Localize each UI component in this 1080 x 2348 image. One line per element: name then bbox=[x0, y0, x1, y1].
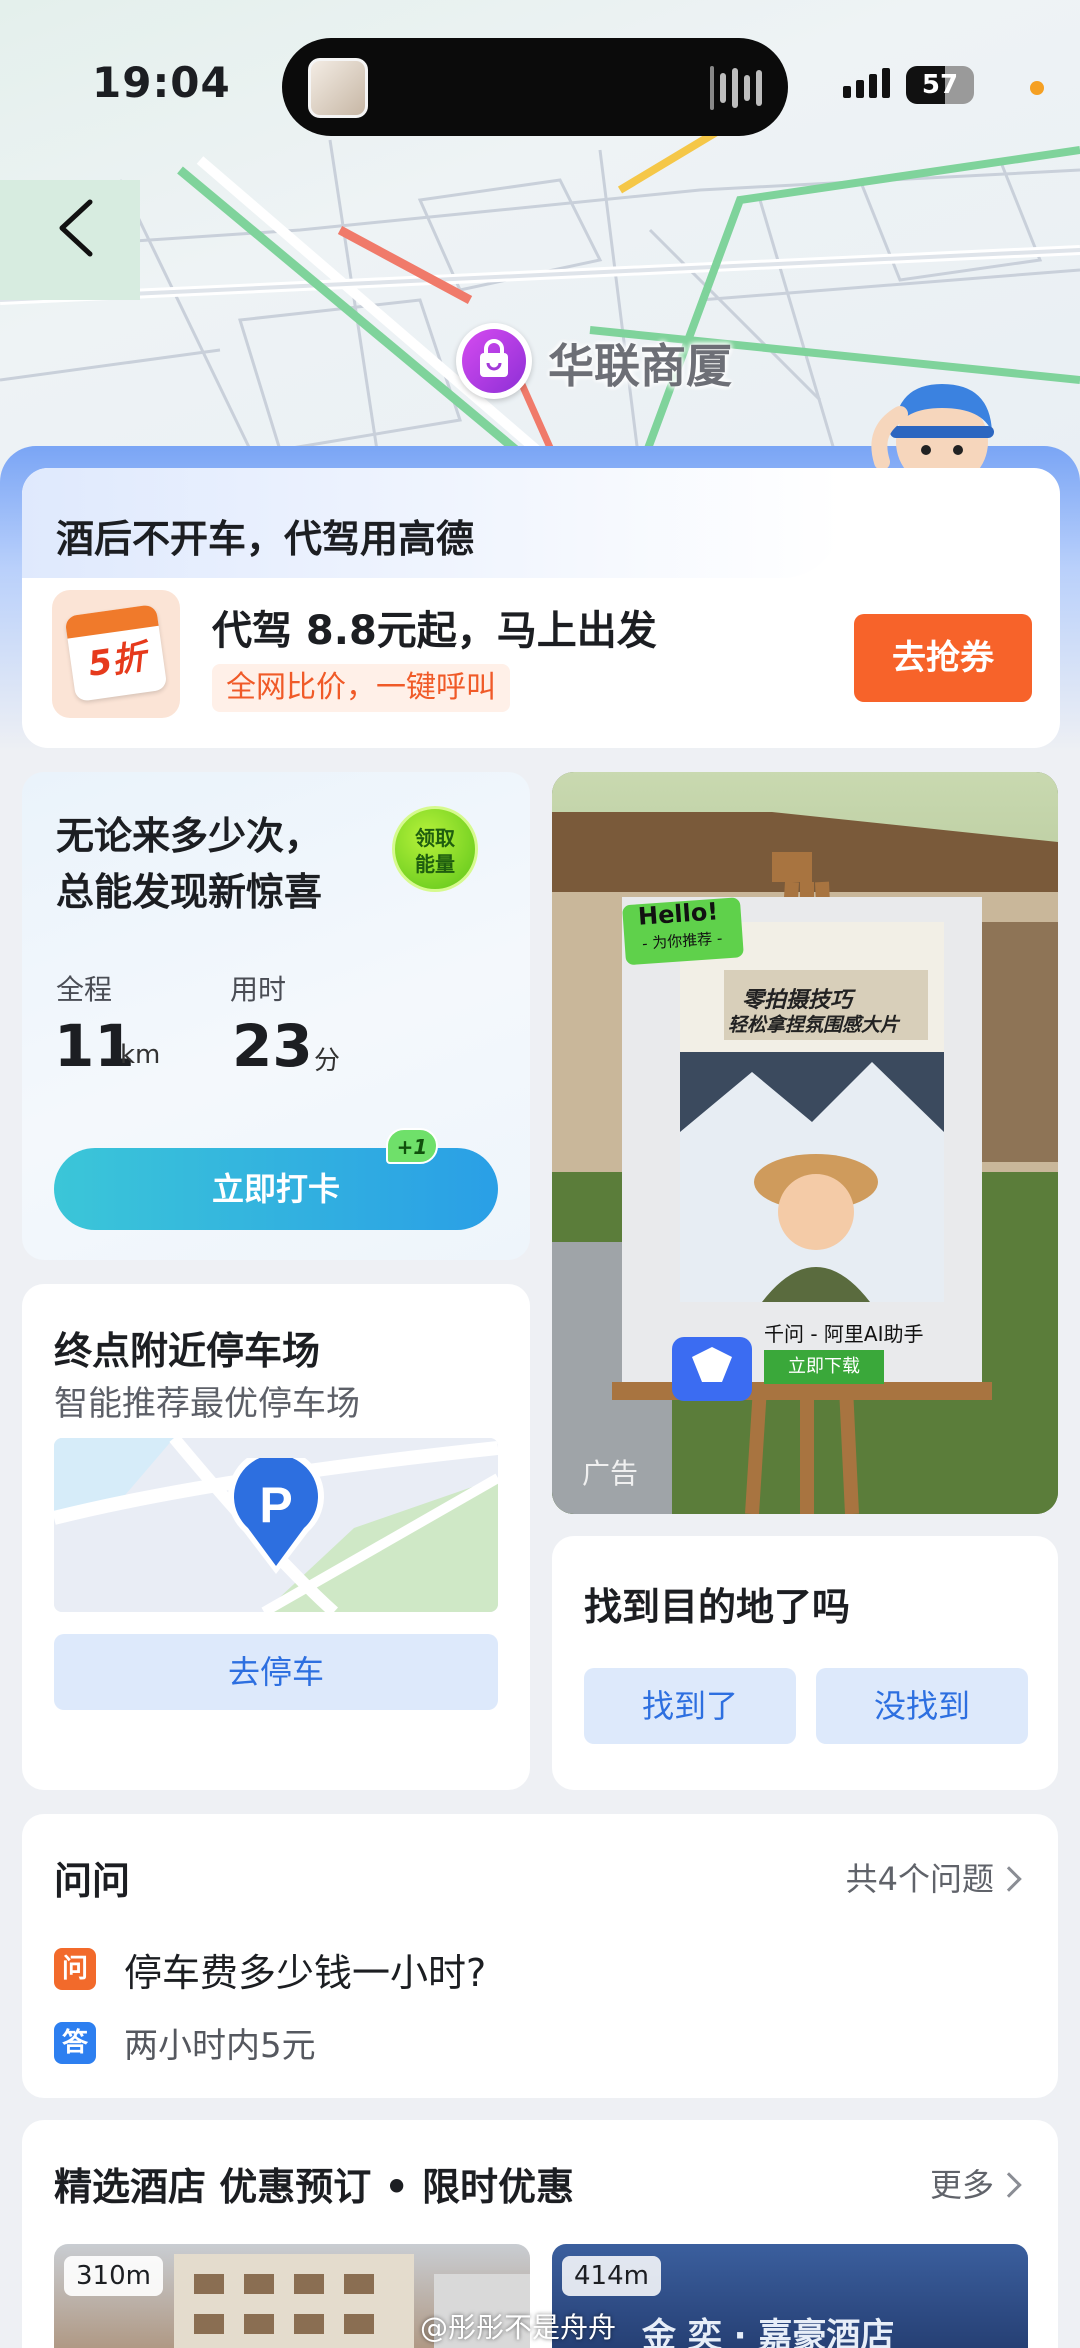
chevron-right-icon bbox=[996, 2172, 1022, 2198]
checkin-card: 无论来多少次， 总能发现新惊喜 领取 能量 全程 11 km 用时 23 分 立… bbox=[22, 772, 530, 1260]
cellular-signal-icon bbox=[843, 68, 890, 98]
checkin-title-line1: 无论来多少次， bbox=[56, 814, 323, 858]
checkin-title-line2: 总能发现新惊喜 bbox=[56, 870, 323, 914]
ad-label: 广告 bbox=[582, 1457, 639, 1490]
claim-energy-badge[interactable]: 领取 能量 bbox=[392, 806, 478, 892]
qa-more-link[interactable]: 共4个问题 bbox=[846, 1854, 994, 1900]
discount-calendar-icon: 5折 bbox=[52, 590, 180, 718]
qa-title: 问问 bbox=[54, 1859, 131, 1903]
status-bar: 19:04 57 bbox=[0, 0, 1080, 175]
media-thumbnail bbox=[308, 58, 368, 118]
parking-pin-letter: P bbox=[259, 1477, 292, 1533]
parking-pin-icon: P bbox=[228, 1458, 324, 1574]
qa-answer: 两小时内5元 bbox=[124, 2026, 316, 2066]
promo-title: 酒后不开车，代驾用高德 bbox=[56, 517, 475, 561]
question-tag-icon: 问 bbox=[54, 1948, 96, 1990]
ad-card[interactable]: Hello! - 为你推荐 - 零拍摄技巧 轻松拿捏氛围感大片 千问 - 阿里A… bbox=[552, 772, 1058, 1514]
hotel-distance: 310m bbox=[64, 2256, 163, 2296]
dynamic-island[interactable] bbox=[282, 38, 788, 136]
hotels-title: 精选酒店 优惠预订 • 限时优惠 bbox=[54, 2165, 574, 2209]
hotel-distance: 414m bbox=[562, 2256, 661, 2296]
destination-found-card: 找到目的地了吗 找到了 没找到 bbox=[552, 1536, 1058, 1790]
grab-coupon-button[interactable]: 去抢券 bbox=[854, 614, 1032, 702]
duration-unit: 分 bbox=[314, 1046, 341, 1076]
promo-headline: 代驾 8.8元起，马上出发 bbox=[212, 608, 657, 654]
parking-map-thumbnail[interactable]: P bbox=[54, 1438, 498, 1612]
parking-card: 终点附近停车场 智能推荐最优停车场 P 去停车 bbox=[22, 1284, 530, 1790]
ad-headline-2: 轻松拿捏氛围感大片 bbox=[728, 1014, 900, 1036]
ad-hello: Hello! bbox=[637, 897, 720, 931]
audio-wave-icon bbox=[710, 66, 762, 110]
go-parking-button[interactable]: 去停车 bbox=[54, 1634, 498, 1710]
designated-driver-promo[interactable]: 酒后不开车，代驾用高德 5折 代驾 8.8元起，马上出发 全网比价，一键呼叫 去… bbox=[22, 468, 1060, 748]
hotels-more-link[interactable]: 更多 bbox=[930, 2160, 994, 2206]
qa-question[interactable]: 停车费多少钱一小时? bbox=[124, 1942, 486, 1997]
duration-label: 用时 bbox=[230, 973, 287, 1006]
distance-unit: km bbox=[120, 1040, 161, 1070]
discount-text: 5折 bbox=[85, 637, 149, 685]
checkin-title: 无论来多少次， 总能发现新惊喜 bbox=[56, 808, 322, 920]
parking-subtitle: 智能推荐最优停车场 bbox=[54, 1384, 360, 1424]
found-yes-button[interactable]: 找到了 bbox=[584, 1668, 796, 1744]
found-title: 找到目的地了吗 bbox=[584, 1585, 851, 1629]
hotel-item[interactable]: 414m 金 奕 · 嘉豪酒店 bbox=[552, 2244, 1028, 2348]
poi-marker[interactable] bbox=[456, 323, 532, 399]
ad-app-name: 千问 - 阿里AI助手 bbox=[764, 1322, 924, 1346]
back-arrow-icon[interactable] bbox=[52, 196, 102, 260]
ad-download-button[interactable]: 立即下载 bbox=[764, 1350, 884, 1384]
found-no-button[interactable]: 没找到 bbox=[816, 1668, 1028, 1744]
shopping-bag-icon bbox=[462, 329, 526, 393]
watermark: @彤彤不是舟舟 bbox=[420, 2311, 617, 2344]
promo-subtitle: 全网比价，一键呼叫 bbox=[212, 664, 510, 712]
distance-label: 全程 bbox=[56, 973, 113, 1006]
qa-card: 问问 共4个问题 问 停车费多少钱一小时? 答 两小时内5元 bbox=[22, 1814, 1058, 2098]
duration-value: 23 bbox=[232, 1012, 313, 1080]
status-time: 19:04 bbox=[92, 58, 231, 107]
hotel-sign: 金 奕 · 嘉豪酒店 bbox=[642, 2316, 895, 2348]
parking-title: 终点附近停车场 bbox=[54, 1329, 321, 1373]
answer-tag-icon: 答 bbox=[54, 2022, 96, 2064]
ad-image bbox=[552, 772, 1058, 1514]
bonus-badge: +1 bbox=[386, 1128, 438, 1164]
privacy-indicator-dot bbox=[1030, 81, 1044, 95]
battery-icon: 57 bbox=[906, 66, 974, 104]
chevron-right-icon bbox=[996, 1866, 1022, 1892]
poi-name: 华联商厦 bbox=[548, 339, 732, 393]
checkin-button[interactable]: 立即打卡 bbox=[54, 1148, 498, 1230]
